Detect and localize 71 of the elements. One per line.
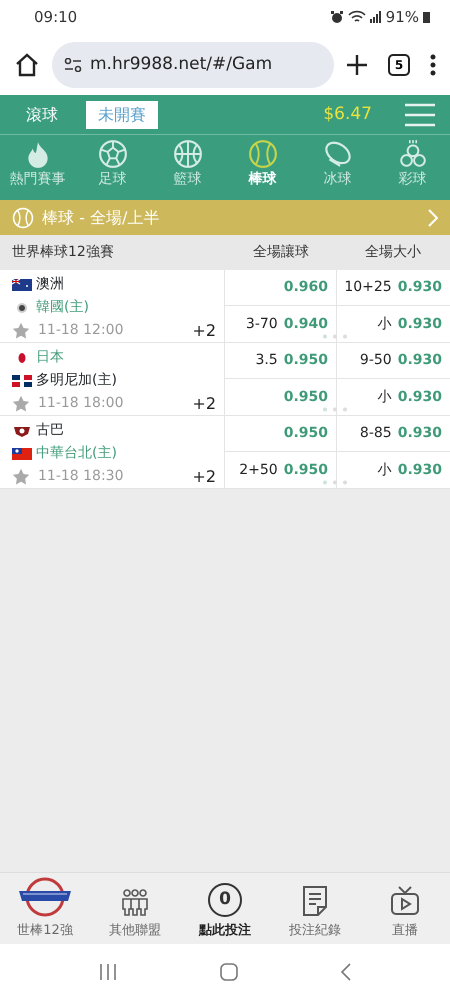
odds-cell[interactable]: 0.950 [225,416,336,452]
plus-icon[interactable] [346,54,368,76]
chevron-right-icon [428,208,438,226]
odds-cell[interactable]: 9-50 0.930 [337,343,450,379]
more-markets-link[interactable]: +2 [192,392,216,416]
nav-item[interactable]: 其他聯盟 [90,876,180,940]
wifi-icon [348,10,366,24]
battery-percent: 91% [386,6,419,28]
clock: 09:10 [34,6,78,28]
url-field[interactable]: m.hr9988.net/#/Gam [52,42,334,88]
sport-tab[interactable]: 足球 [75,135,150,200]
baseball-icon [248,139,278,169]
sport-tab[interactable]: 棒球 [225,135,300,200]
star-icon[interactable] [12,394,30,412]
odds-cell[interactable]: 8-85 0.930 [337,416,450,452]
lottery-balls-icon [398,139,428,169]
more-icon[interactable] [430,54,436,76]
home-icon[interactable] [14,52,40,78]
baseball-logo-icon [17,876,73,917]
sport-tab[interactable]: 冰球 [300,135,375,200]
home-button-icon[interactable] [218,962,239,982]
balance: $6.47 [323,102,372,126]
team-name: 韓國(主) [36,298,89,317]
document-icon [301,884,329,917]
nav-item[interactable]: 世棒12強 [0,876,90,940]
odds-cell[interactable]: 3-70 0.940 [225,306,336,342]
hockey-puck-icon [322,139,352,169]
odds-cell[interactable]: 小 0.930 [337,452,450,488]
team-name: 中華台北(主) [36,444,117,463]
more-markets-link[interactable]: +2 [192,464,216,488]
soccer-ball-icon [98,139,128,169]
bet-count-badge: 0 [208,882,242,917]
match-time: 11-18 12:00 [38,321,124,340]
more-markets-link[interactable]: +2 [192,318,216,342]
sport-tab[interactable]: 彩球 [375,135,450,200]
star-icon[interactable] [12,468,30,486]
recent-apps-icon[interactable] [98,963,118,981]
odds-cell[interactable]: 2+50 0.950 [225,452,336,488]
tab[interactable]: 未開賽 [86,100,158,128]
column-header: 全場大小 [365,244,421,260]
odds-cell[interactable]: 0.950 [225,379,336,415]
tab-count-button[interactable]: 5 [388,54,410,76]
menu-icon[interactable] [404,102,436,126]
odds-cell[interactable]: 10+25 0.930 [337,270,450,306]
odds-cell[interactable]: 小 0.930 [337,306,450,342]
nav-item[interactable]: 直播 [360,876,450,940]
tv-icon [389,884,421,917]
column-header: 全場讓球 [253,244,309,260]
odds-cell[interactable]: 小 0.930 [337,379,450,415]
team-name: 多明尼加(主) [36,371,117,390]
league-name: 世界棒球12強賽 [12,244,114,260]
odds-cell[interactable]: 3.5 0.950 [225,343,336,379]
match-time: 11-18 18:00 [38,394,124,413]
nav-item[interactable]: 0 點此投注 [180,876,270,940]
team-name: 古巴 [36,421,64,440]
nav-item[interactable]: 投注紀錄 [270,876,360,940]
team-name: 澳洲 [36,275,64,294]
battery-icon [423,11,430,23]
people-icon [120,886,150,917]
alarm-icon [330,10,344,24]
back-icon[interactable] [340,962,352,982]
baseball-icon [12,206,34,228]
basketball-icon [172,139,202,169]
odds-cell[interactable]: 0.960 [225,270,336,306]
match-time: 11-18 18:30 [38,467,124,486]
star-icon[interactable] [12,322,30,340]
signal-icon [370,11,382,23]
tab[interactable]: 滾球 [14,100,70,128]
tune-icon [64,58,82,72]
team-name: 日本 [36,348,64,367]
sport-tab[interactable]: 籃球 [150,135,225,200]
